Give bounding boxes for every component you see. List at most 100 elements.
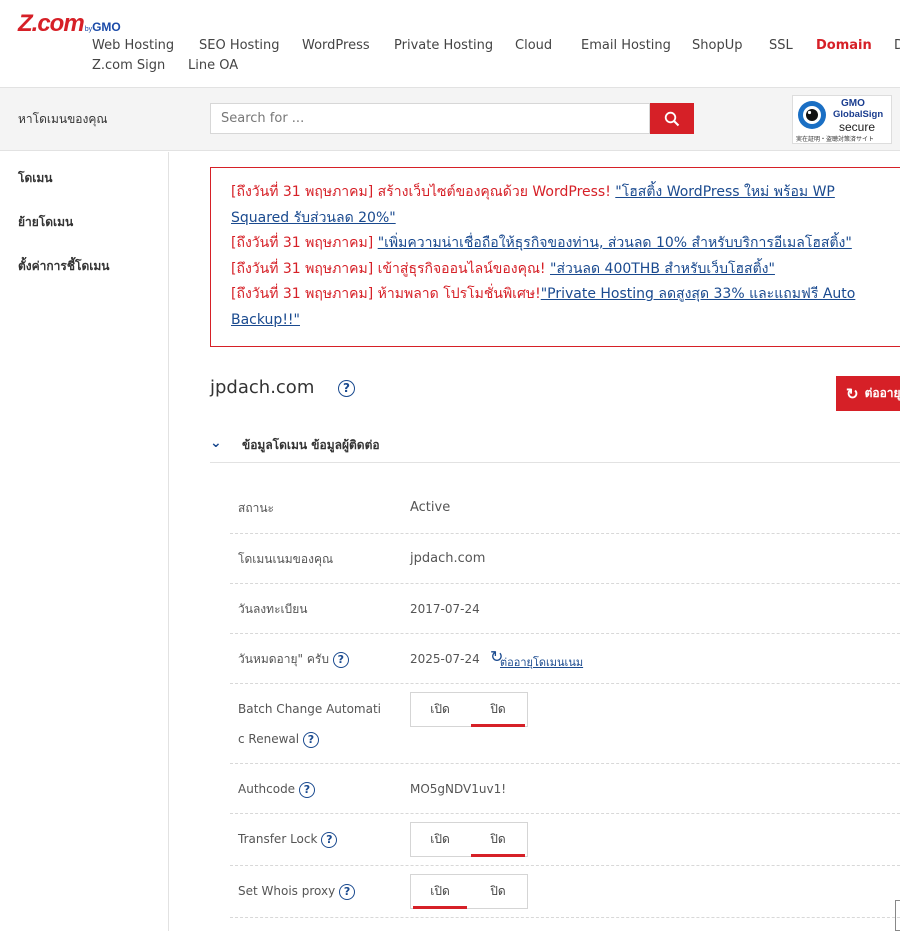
toggle-off[interactable]: ปิด xyxy=(469,875,527,908)
nav-private-hosting[interactable]: Private Hosting xyxy=(394,38,493,53)
toggle-off[interactable]: ปิด xyxy=(469,823,527,857)
row-expiry-date: วันหมดอายุ" ครับ ? 2025-07-24 ↻ ต่ออายุโ… xyxy=(230,634,900,684)
badge-subtext: 実在証明・盗聴対策済サイト xyxy=(796,136,875,143)
domain-title: jpdach.com xyxy=(210,377,315,398)
status-label: สถานะ xyxy=(238,501,274,515)
expiry-value: 2025-07-24 xyxy=(410,652,480,666)
status-value: Active xyxy=(410,500,451,515)
promo-text: [ถึงวันที่ 31 พฤษภาคม] สร้างเว็บไซต์ของค… xyxy=(231,184,616,200)
row-transfer-lock: Transfer Lock ? เปิด ปิด xyxy=(230,814,900,866)
section-title: ข้อมูลโดเมน ข้อมูลผู้ติดต่อ xyxy=(242,438,380,452)
eye-icon xyxy=(798,101,826,129)
promo-line: [ถึงวันที่ 31 พฤษภาคม] สร้างเว็บไซต์ของค… xyxy=(231,180,889,206)
nav-line-oa[interactable]: Line OA xyxy=(188,58,238,73)
domain-name-label: โดเมนเนมของคุณ xyxy=(238,552,334,566)
registration-value: 2017-07-24 xyxy=(410,602,480,616)
whois-proxy-toggle: เปิด ปิด xyxy=(410,874,528,909)
transfer-lock-label: Transfer Lock ? xyxy=(238,824,338,854)
site-header: Z.com by GMO Web Hosting SEO Hosting Wor… xyxy=(0,0,900,88)
domain-name-value: jpdach.com xyxy=(410,551,486,566)
row-domain-name: โดเมนเนมของคุณ jpdach.com xyxy=(230,534,900,584)
promo-link[interactable]: "ส่วนลด 400THB สำหรับเว็บโฮสติ้ง" xyxy=(550,261,775,277)
renew-button-label: ต่ออายุ xyxy=(864,386,900,400)
logo-text: Z.com xyxy=(18,10,85,37)
whois-proxy-label-text: Set Whois proxy xyxy=(238,884,336,898)
nav-row-2: Z.com Sign Line OA xyxy=(92,58,900,78)
batch-label-text: c Renewal xyxy=(238,732,300,746)
help-icon[interactable]: ? xyxy=(321,831,338,848)
promo-link[interactable]: "โฮสติ้ง WordPress ใหม่ พร้อม WP xyxy=(615,184,835,200)
sidebar-item-dns-settings[interactable]: ตั้งค่าการชี้โดเมน xyxy=(18,257,109,276)
nav-email-hosting[interactable]: Email Hosting xyxy=(581,38,671,53)
nav-row-1: Web Hosting SEO Hosting WordPress Privat… xyxy=(92,38,900,58)
row-batch-renewal: Batch Change Automati c Renewal ? เปิด ป… xyxy=(230,684,900,764)
logo-gmo: GMO xyxy=(92,20,121,34)
refresh-icon: ↻ xyxy=(846,385,859,403)
expiry-label: วันหมดอายุ" ครับ ? xyxy=(238,644,349,674)
expiry-label-text: วันหมดอายุ" ครับ xyxy=(238,652,329,666)
authcode-label-text: Authcode xyxy=(238,782,296,796)
renew-button[interactable]: ↻ ต่ออายุ xyxy=(836,376,900,411)
sidebar: โดเมน ย้ายโดเมน ตั้งค่าการชี้โดเมน xyxy=(0,152,169,931)
sidebar-item-domain[interactable]: โดเมน xyxy=(18,169,52,188)
sidebar-item-transfer[interactable]: ย้ายโดเมน xyxy=(18,213,73,232)
promo-link[interactable]: Squared รับส่วนลด 20%" xyxy=(231,210,396,226)
promo-line: [ถึงวันที่ 31 พฤษภาคม] เข้าสู่ธุรกิจออนไ… xyxy=(231,257,889,283)
toggle-on[interactable]: เปิด xyxy=(411,823,469,856)
main-nav: Web Hosting SEO Hosting WordPress Privat… xyxy=(92,38,900,78)
promo-link[interactable]: "เพิ่มความน่าเชื่อถือให้ธุรกิจของท่าน, ส… xyxy=(378,235,852,251)
nav-cloud[interactable]: Cloud xyxy=(515,38,552,53)
search-icon xyxy=(664,111,680,126)
search-button[interactable] xyxy=(650,103,694,134)
promo-text: [ถึงวันที่ 31 พฤษภาคม] เข้าสู่ธุรกิจออนไ… xyxy=(231,260,550,277)
help-icon[interactable]: ? xyxy=(302,731,319,748)
search-label: หาโดเมนของคุณ xyxy=(18,112,108,126)
nav-web-hosting[interactable]: Web Hosting xyxy=(92,38,174,53)
toggle-on[interactable]: เปิด xyxy=(411,693,469,726)
authcode-value: MO5gNDV1uv1! xyxy=(410,782,507,796)
row-authcode: Authcode ? MO5gNDV1uv1! xyxy=(230,764,900,814)
promo-box: [ถึงวันที่ 31 พฤษภาคม] สร้างเว็บไซต์ของค… xyxy=(210,167,900,347)
promo-link[interactable]: "Private Hosting ลดสูงสุด 33% และแถมฟรี … xyxy=(541,286,856,302)
nav-domain[interactable]: Domain xyxy=(816,38,872,53)
help-icon[interactable]: ? xyxy=(298,781,315,798)
toggle-off[interactable]: ปิด xyxy=(469,693,527,727)
globalsign-secure-badge[interactable]: GMO GlobalSign secure 実在証明・盗聴対策済サイト xyxy=(792,95,892,144)
nav-wordpress[interactable]: WordPress xyxy=(302,38,370,53)
help-icon[interactable]: ? xyxy=(339,883,356,900)
domain-search-bar: หาโดเมนของคุณ xyxy=(0,88,900,151)
row-status: สถานะ Active xyxy=(230,483,900,534)
help-icon[interactable]: ? xyxy=(338,380,355,397)
batch-label-line1: Batch Change Automati xyxy=(238,702,382,716)
nav-more[interactable]: D xyxy=(894,38,900,53)
whois-proxy-label: Set Whois proxy ? xyxy=(238,876,356,906)
badge-globalsign: GlobalSign xyxy=(833,109,884,120)
batch-label-line2: c Renewal ? xyxy=(238,724,319,754)
badge-gmo: GMO xyxy=(841,98,865,109)
promo-line: Backup!!" xyxy=(231,308,889,334)
transfer-lock-toggle: เปิด ปิด xyxy=(410,822,528,857)
help-icon[interactable]: ? xyxy=(332,651,349,668)
zcom-logo[interactable]: Z.com by GMO xyxy=(18,10,121,37)
search-input[interactable] xyxy=(210,103,650,134)
registration-label: วันลงทะเบียน xyxy=(238,602,308,616)
chevron-down-icon[interactable]: ⌄ xyxy=(210,435,222,451)
nav-ssl[interactable]: SSL xyxy=(769,38,793,53)
row-registration-date: วันลงทะเบียน 2017-07-24 xyxy=(230,584,900,634)
nav-zcom-sign[interactable]: Z.com Sign xyxy=(92,58,165,73)
nav-seo-hosting[interactable]: SEO Hosting xyxy=(199,38,280,53)
transfer-lock-label-text: Transfer Lock xyxy=(238,832,318,846)
nav-shopup[interactable]: ShopUp xyxy=(692,38,742,53)
promo-link[interactable]: Backup!!" xyxy=(231,312,300,328)
renew-domain-link[interactable]: ต่ออายุโดเมนเนม xyxy=(500,653,583,671)
authcode-label: Authcode ? xyxy=(238,774,315,804)
promo-line: [ถึงวันที่ 31 พฤษภาคม] "เพิ่มความน่าเชื่… xyxy=(231,231,889,257)
toggle-on[interactable]: เปิด xyxy=(411,875,469,909)
promo-line: [ถึงวันที่ 31 พฤษภาคม] ห้ามพลาด โปรโมชั่… xyxy=(231,282,889,308)
logo-by: by xyxy=(84,26,93,33)
badge-secure: secure xyxy=(839,120,876,134)
scrollbar-stub[interactable] xyxy=(895,900,900,931)
promo-text: [ถึงวันที่ 31 พฤษภาคม] ห้ามพลาด โปรโมชั่… xyxy=(231,286,541,302)
section-domain-info[interactable]: ⌄ ข้อมูลโดเมน ข้อมูลผู้ติดต่อ xyxy=(210,425,900,463)
promo-line: Squared รับส่วนลด 20%" xyxy=(231,206,889,232)
